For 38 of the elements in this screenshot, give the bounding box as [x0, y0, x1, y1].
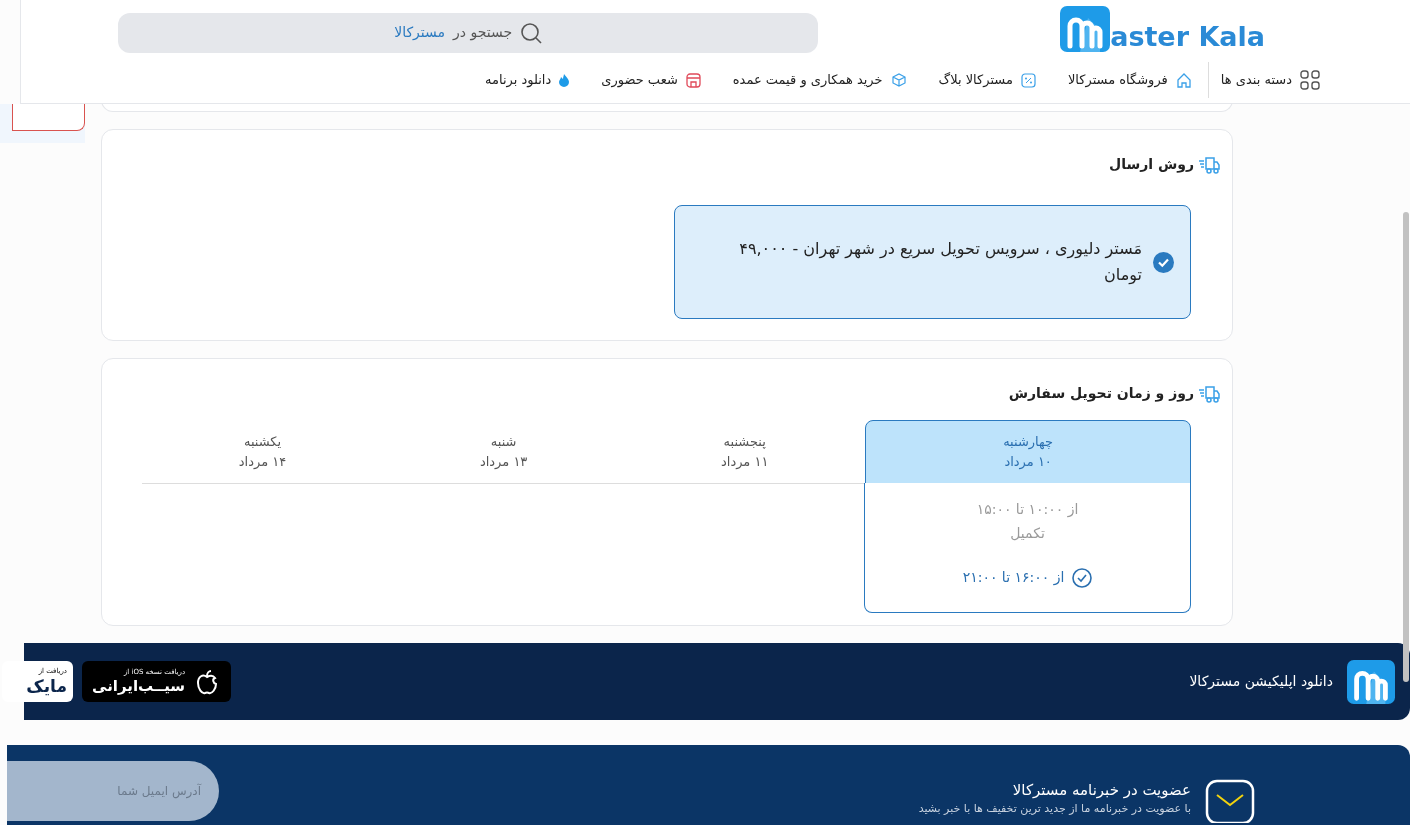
nav-link[interactable]: دانلود برنامه — [485, 70, 570, 90]
search-icon — [520, 21, 543, 44]
day-tab[interactable]: شنبه ۱۳ مرداد — [383, 420, 625, 484]
day-tab[interactable]: یکشنبه ۱۴ مرداد — [142, 420, 384, 484]
box-icon — [890, 72, 907, 89]
nav-link[interactable]: فروشگاه مسترکالا — [1067, 70, 1192, 90]
scrollbar[interactable] — [1403, 212, 1409, 682]
time-slot[interactable]: از ۱۶:۰۰ تا ۲۱:۰۰ — [962, 567, 1093, 588]
truck-icon — [1198, 383, 1220, 404]
search-field[interactable]: جستجو در مسترکالا — [118, 12, 819, 53]
slot-status: تکمیل — [1010, 524, 1045, 543]
option-label: مَستر دلیوری ، سرویس تحویل سریع در شهر تهران - ۴۹,۰۰۰ تومان — [738, 238, 1142, 287]
logo-icon — [1060, 5, 1111, 52]
banner-title: دانلود اپلیکیشن مسترکالا — [1189, 672, 1333, 692]
envelope-icon — [1205, 779, 1255, 824]
day-tab[interactable]: چهارشنبه ۱۰ مرداد — [865, 420, 1191, 484]
nav-link[interactable]: شعب حضوری — [601, 70, 701, 90]
section-title: روز و زمان تحویل سفارش — [1008, 384, 1194, 404]
shipping-option[interactable]: مَستر دلیوری ، سرویس تحویل سریع در شهر تهران - ۴۹,۰۰۰ تومان — [674, 205, 1191, 319]
search-placeholder: جستجو در — [453, 23, 513, 43]
nav-link[interactable]: خرید همکاری و قیمت عمده — [732, 70, 907, 90]
check-icon — [1072, 567, 1093, 588]
check-icon — [1153, 251, 1174, 273]
truck-icon — [1198, 154, 1220, 175]
newsletter-title: عضویت در خبرنامه مسترکالا — [1011, 780, 1191, 801]
grid-icon — [1300, 70, 1320, 91]
percent-icon — [1020, 72, 1036, 88]
search-brand: مسترکالا — [394, 23, 446, 43]
flame-icon — [559, 73, 570, 87]
nav-link[interactable]: مسترکالا بلاگ — [938, 70, 1036, 90]
newsletter-subtitle: با عضویت در خبرنامه ما از جدید ترین تخفیف ها با خبر بشید — [918, 802, 1191, 817]
logo-text: aster Kala — [1110, 22, 1265, 52]
day-tab[interactable]: پنجشنبه ۱۱ مرداد — [624, 420, 866, 484]
app-logo-icon — [1347, 658, 1395, 705]
email-placeholder: آدرس ایمیل شما — [117, 782, 201, 801]
home-icon — [1175, 72, 1192, 89]
section-title: روش ارسال — [1109, 155, 1194, 175]
store-icon — [685, 72, 701, 88]
